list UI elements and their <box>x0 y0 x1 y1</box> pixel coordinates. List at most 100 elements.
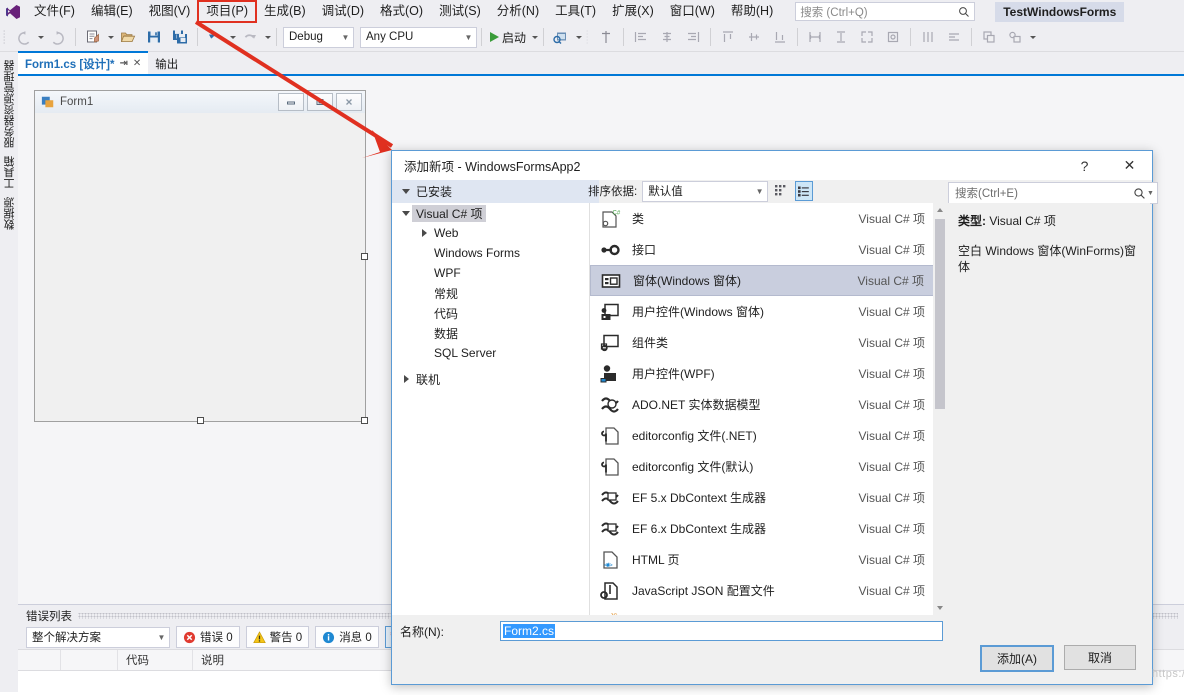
save-icon[interactable] <box>141 26 167 48</box>
list-item[interactable]: C# 类 Visual C# 项 <box>590 203 947 234</box>
make-same-width-icon[interactable] <box>802 26 828 48</box>
vertical-spacing-icon[interactable] <box>941 26 967 48</box>
col-blank[interactable] <box>18 650 61 670</box>
menu-help[interactable]: 帮助(H) <box>723 1 781 22</box>
new-project-dropdown[interactable] <box>106 27 115 47</box>
list-item[interactable]: 用户控件(WPF) Visual C# 项 <box>590 358 947 389</box>
align-tops-icon[interactable] <box>715 26 741 48</box>
list-item[interactable]: 用户控件(Windows 窗体) Visual C# 项 <box>590 296 947 327</box>
send-to-back-icon[interactable] <box>1002 26 1028 48</box>
align-lefts-icon[interactable] <box>628 26 654 48</box>
preview-selected-items-icon[interactable] <box>548 26 574 48</box>
bring-to-front-icon[interactable] <box>976 26 1002 48</box>
align-to-grid-icon[interactable] <box>593 26 619 48</box>
tree-node-wpf[interactable]: WPF <box>392 263 589 283</box>
tree-node-general[interactable]: 常规 <box>392 283 589 303</box>
item-list-scrollbar[interactable] <box>933 203 947 615</box>
sidebar-item-toolbox[interactable]: 工具箱 <box>2 156 18 189</box>
list-item[interactable]: 接口 Visual C# 项 <box>590 234 947 265</box>
tree-node-online[interactable]: 联机 <box>392 369 589 389</box>
menu-debug[interactable]: 调试(D) <box>314 1 372 22</box>
sort-combo[interactable]: 默认值 ▼ <box>642 181 768 202</box>
dialog-category-tree[interactable]: Visual C# 项 Web Windows Forms WPF 常规 代码 … <box>392 203 590 615</box>
list-item[interactable]: 组件类 Visual C# 项 <box>590 327 947 358</box>
save-all-icon[interactable] <box>167 26 193 48</box>
tab-output[interactable]: 输出 <box>148 53 185 74</box>
list-item[interactable]: ADO.NET 实体数据模型 Visual C# 项 <box>590 389 947 420</box>
solution-platform-combo[interactable]: Any CPU ▼ <box>360 27 477 48</box>
form1-client-area[interactable] <box>35 113 365 421</box>
list-item[interactable]: editorconfig 文件(.NET) Visual C# 项 <box>590 420 947 451</box>
cancel-button[interactable]: 取消 <box>1064 645 1136 670</box>
menu-window[interactable]: 窗口(W) <box>662 1 723 22</box>
start-debug-dropdown[interactable] <box>530 27 539 47</box>
close-icon[interactable] <box>336 93 362 111</box>
scroll-up-icon[interactable] <box>933 203 947 217</box>
sidebar-item-data-sources[interactable]: 数据源 <box>2 197 18 230</box>
menu-tools[interactable]: 工具(T) <box>547 1 604 22</box>
resize-handle-br[interactable] <box>361 417 368 424</box>
list-item[interactable]: editorconfig 文件(默认) Visual C# 项 <box>590 451 947 482</box>
search-dropdown-icon[interactable]: ▼ <box>1146 190 1155 197</box>
error-count-chip[interactable]: 错误 0 <box>176 626 240 648</box>
toolbar-overflow[interactable] <box>1028 27 1037 47</box>
lock-controls-icon[interactable] <box>880 26 906 48</box>
start-debug-button[interactable]: 启动 <box>486 29 530 46</box>
scrollbar-thumb[interactable] <box>935 219 945 409</box>
list-item[interactable]: EF 6.x DbContext 生成器 Visual C# 项 <box>590 513 947 544</box>
close-icon[interactable]: ✕ <box>1107 151 1152 180</box>
tree-node-data[interactable]: 数据 <box>392 323 589 343</box>
menu-format[interactable]: 格式(O) <box>372 1 431 22</box>
menu-edit[interactable]: 编辑(E) <box>83 1 141 22</box>
list-item[interactable]: EF 5.x DbContext 生成器 Visual C# 项 <box>590 482 947 513</box>
resize-handle-b[interactable] <box>197 417 204 424</box>
align-centers-icon[interactable] <box>654 26 680 48</box>
add-button[interactable]: 添加(A) <box>980 645 1054 672</box>
dialog-installed-header[interactable]: 已安装 <box>392 180 599 203</box>
name-input[interactable]: Form2.cs <box>500 621 943 641</box>
grid-view-icon[interactable] <box>773 182 789 200</box>
col-code[interactable]: 代码 <box>118 650 193 670</box>
align-bottoms-icon[interactable] <box>767 26 793 48</box>
scroll-down-icon[interactable] <box>933 601 947 615</box>
tree-node-windows-forms[interactable]: Windows Forms <box>392 243 589 263</box>
tree-node-code[interactable]: 代码 <box>392 303 589 323</box>
align-middles-icon[interactable] <box>741 26 767 48</box>
close-icon[interactable]: ✕ <box>133 58 141 69</box>
preview-dropdown[interactable] <box>574 27 583 47</box>
error-scope-combo[interactable]: 整个解决方案 ▼ <box>26 627 170 648</box>
menu-view[interactable]: 视图(V) <box>141 1 199 22</box>
toolbar-grip[interactable] <box>0 28 10 46</box>
quick-launch-search[interactable]: 搜索 (Ctrl+Q) <box>795 2 975 21</box>
resize-handle-r[interactable] <box>361 253 368 260</box>
menu-analyze[interactable]: 分析(N) <box>489 1 547 22</box>
list-item[interactable]: JavaScript JSON 配置文件 Visual C# 项 <box>590 575 947 606</box>
undo-dropdown[interactable] <box>228 27 237 47</box>
list-item[interactable]: </> HTML 页 Visual C# 项 <box>590 544 947 575</box>
make-same-height-icon[interactable] <box>828 26 854 48</box>
list-view-icon[interactable] <box>795 181 813 201</box>
help-icon[interactable]: ? <box>1062 151 1107 180</box>
expander-right-icon[interactable] <box>418 229 430 237</box>
solution-config-combo[interactable]: Debug ▼ <box>283 27 354 48</box>
new-project-icon[interactable] <box>80 26 106 48</box>
navigate-forward-icon[interactable] <box>45 26 71 48</box>
tree-node-web[interactable]: Web <box>392 223 589 243</box>
sidebar-item-server-explorer[interactable]: 服务器资源管理器 <box>2 60 18 148</box>
warning-count-chip[interactable]: 警告 0 <box>246 626 310 648</box>
col-sort-indicator[interactable] <box>61 650 118 670</box>
menu-extensions[interactable]: 扩展(X) <box>604 1 662 22</box>
menu-test[interactable]: 测试(S) <box>431 1 489 22</box>
redo-icon[interactable] <box>237 26 263 48</box>
open-file-icon[interactable] <box>115 26 141 48</box>
maximize-icon[interactable] <box>307 93 333 111</box>
form1-preview-window[interactable]: Form1 <box>34 90 366 422</box>
minimize-icon[interactable] <box>278 93 304 111</box>
list-item[interactable]: JS JavaScript 文件 Visual C# 项 <box>590 606 947 615</box>
align-rights-icon[interactable] <box>680 26 706 48</box>
list-item-selected[interactable]: 窗体(Windows 窗体) Visual C# 项 <box>590 265 947 296</box>
toolbar-grip-2[interactable] <box>583 28 593 46</box>
undo-icon[interactable] <box>202 26 228 48</box>
navigate-back-icon[interactable] <box>10 26 36 48</box>
dialog-item-list[interactable]: C# 类 Visual C# 项 接口 Visual C# 项 窗体(Windo… <box>590 203 947 615</box>
